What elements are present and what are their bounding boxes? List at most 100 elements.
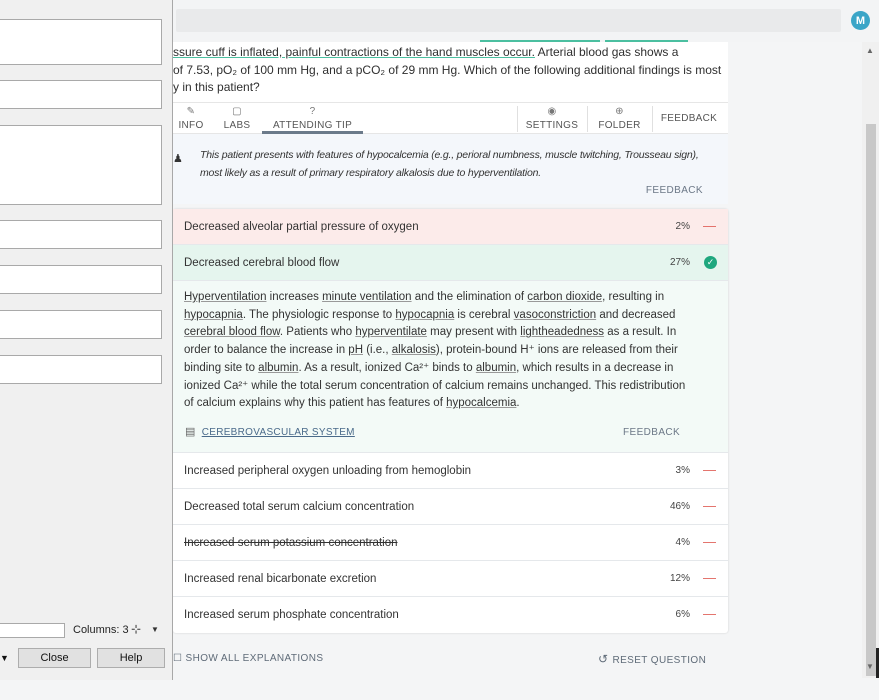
keyword-link[interactable]: albumin — [476, 362, 516, 374]
answer-text: Decreased alveolar partial pressure of o… — [184, 221, 419, 233]
keyword-link[interactable]: alkalosis — [392, 344, 436, 356]
tab-settings[interactable]: ◉ SETTINGS — [525, 103, 579, 134]
answer-text: Increased renal bicarbonate excretion — [184, 573, 377, 585]
reset-question-button[interactable]: ↺ RESET QUESTION — [598, 652, 706, 666]
answer-percent: 2% — [675, 221, 690, 232]
system-link-label: CEREBROVASCULAR SYSTEM — [201, 427, 355, 438]
minus-icon: — — [703, 606, 716, 621]
dialog-field[interactable] — [0, 265, 162, 294]
tab-label: FEEDBACK — [660, 113, 718, 124]
close-button[interactable]: Close — [18, 648, 91, 668]
question-stem: ssure cuff is inflated, painful contract… — [173, 42, 728, 102]
minus-icon: — — [703, 462, 716, 477]
eye-icon: ◉ — [547, 106, 557, 117]
show-all-explanations-button[interactable]: ☐ SHOW ALL EXPLANATIONS — [173, 653, 323, 664]
help-button[interactable]: Help — [97, 648, 165, 668]
answer-option[interactable]: Decreased alveolar partial pressure of o… — [173, 209, 728, 245]
explanation-feedback-link[interactable]: FEEDBACK — [623, 427, 680, 438]
tab-label: LABS — [223, 120, 251, 131]
chevron-down-icon[interactable]: ▼ — [151, 625, 159, 634]
answer-percent: 3% — [675, 465, 690, 476]
keyword-link[interactable]: cerebral blood flow — [184, 326, 280, 338]
answer-option[interactable]: Decreased cerebral blood flow 27% ✓ — [173, 245, 728, 281]
answer-option[interactable]: Increased serum potassium concentration … — [173, 525, 728, 561]
dialog-field[interactable] — [0, 125, 162, 205]
tab-feedback[interactable]: FEEDBACK — [659, 103, 719, 134]
scrollbar-thumb[interactable] — [866, 124, 876, 676]
tab-label: SETTINGS — [525, 120, 579, 131]
keyword-link[interactable]: hypocapnia — [395, 309, 454, 321]
keyword-link[interactable]: hypocapnia — [184, 309, 243, 321]
tab-attending-tip[interactable]: ? ATTENDING TIP — [262, 103, 363, 134]
stem-line: y in this patient? — [173, 80, 260, 94]
question-toolbar: ✎ INFO ▢ LABS ? ATTENDING TIP ◉ SETTINGS… — [173, 102, 728, 134]
dialog-panel: Columns: 3 ⊹ ▼ ▼ Close Help — [0, 0, 173, 680]
doctor-icon: ♟ — [173, 153, 183, 165]
tab-label: FOLDER — [598, 120, 641, 131]
dropdown-arrow-icon[interactable]: ▼ — [0, 648, 10, 668]
stem-line: ssure cuff is inflated, painful contract… — [173, 44, 724, 62]
keyword-link[interactable]: minute ventilation — [322, 291, 412, 303]
columns-spinner-icon[interactable]: ⊹ — [131, 622, 141, 636]
top-search-bar[interactable] — [176, 9, 841, 32]
answer-text: Increased serum phosphate concentration — [184, 609, 399, 621]
answer-option[interactable]: Increased serum phosphate concentration … — [173, 597, 728, 633]
answer-percent: 6% — [675, 609, 690, 620]
pencil-icon: ✎ — [186, 106, 196, 117]
explanation-text: Hyperventilation increases minute ventil… — [184, 291, 686, 410]
question-circle-icon: ? — [309, 106, 316, 117]
answer-percent: 27% — [669, 257, 690, 268]
keyword-link[interactable]: carbon dioxide — [527, 291, 602, 303]
answer-list: Decreased alveolar partial pressure of o… — [173, 209, 728, 633]
keyword-link[interactable]: pH — [348, 344, 363, 356]
tab-folder[interactable]: ⊕ FOLDER — [597, 103, 642, 134]
minus-icon: — — [703, 534, 716, 549]
keyword-link[interactable]: Hyperventilation — [184, 291, 266, 303]
minus-icon: — — [703, 570, 716, 585]
reset-label: RESET QUESTION — [612, 655, 707, 666]
attending-tip-text: This patient presents with features of h… — [200, 149, 699, 179]
highlighted-text: ssure cuff is inflated, painful contract… — [173, 45, 535, 59]
tab-label: INFO — [178, 120, 204, 131]
answer-option[interactable]: Increased renal bicarbonate excretion 12… — [173, 561, 728, 597]
answer-percent: 46% — [669, 501, 690, 512]
answer-text: Decreased cerebral blood flow — [184, 257, 340, 269]
answer-option[interactable]: Decreased total serum calcium concentrat… — [173, 489, 728, 525]
scrollbar[interactable]: ▲ ▼ — [862, 42, 879, 678]
dialog-field[interactable] — [0, 310, 162, 339]
bottom-actions: ☐ SHOW ALL EXPLANATIONS ↺ RESET QUESTION — [173, 645, 728, 671]
dialog-field[interactable] — [0, 220, 162, 249]
dialog-field[interactable] — [0, 19, 162, 65]
answer-explanation: Hyperventilation increases minute ventil… — [173, 281, 728, 453]
keyword-link[interactable]: hyperventilate — [355, 326, 427, 338]
tab-info[interactable]: ✎ INFO — [173, 103, 209, 134]
minus-icon: — — [703, 498, 716, 513]
avatar-initial: M — [855, 14, 866, 27]
stem-line: of 7.53, pO₂ of 100 mm Hg, and a pCO₂ of… — [173, 62, 722, 77]
scroll-up-icon[interactable]: ▲ — [866, 46, 874, 55]
divider — [652, 106, 653, 132]
keyword-link[interactable]: vasoconstriction — [514, 309, 596, 321]
divider — [517, 106, 518, 132]
stem-text: Arterial blood gas shows a — [534, 45, 679, 59]
system-link[interactable]: ▤ CEREBROVASCULAR SYSTEM — [185, 425, 355, 438]
tab-labs[interactable]: ▢ LABS — [221, 103, 253, 134]
keyword-link[interactable]: hypocalcemia — [446, 397, 516, 409]
dialog-field[interactable] — [0, 80, 162, 109]
clipboard-icon: ▢ — [232, 106, 242, 117]
user-avatar[interactable]: M — [851, 11, 870, 30]
columns-label: Columns: 3 — [73, 624, 129, 636]
answer-text: Increased serum potassium concentration — [184, 537, 398, 549]
answer-percent: 12% — [669, 573, 690, 584]
scroll-down-icon[interactable]: ▼ — [866, 662, 874, 671]
tip-feedback-link[interactable]: FEEDBACK — [646, 185, 703, 196]
answer-option[interactable]: Increased peripheral oxygen unloading fr… — [173, 453, 728, 489]
keyword-link[interactable]: lightheadedness — [520, 326, 604, 338]
keyword-link[interactable]: albumin — [258, 362, 298, 374]
columns-input[interactable] — [0, 623, 65, 638]
minus-icon: — — [703, 218, 716, 233]
dialog-field[interactable] — [0, 355, 162, 384]
attending-tip-panel: ♟ This patient presents with features of… — [173, 134, 728, 204]
answer-text: Decreased total serum calcium concentrat… — [184, 501, 415, 513]
plus-circle-icon: ⊕ — [615, 106, 624, 117]
